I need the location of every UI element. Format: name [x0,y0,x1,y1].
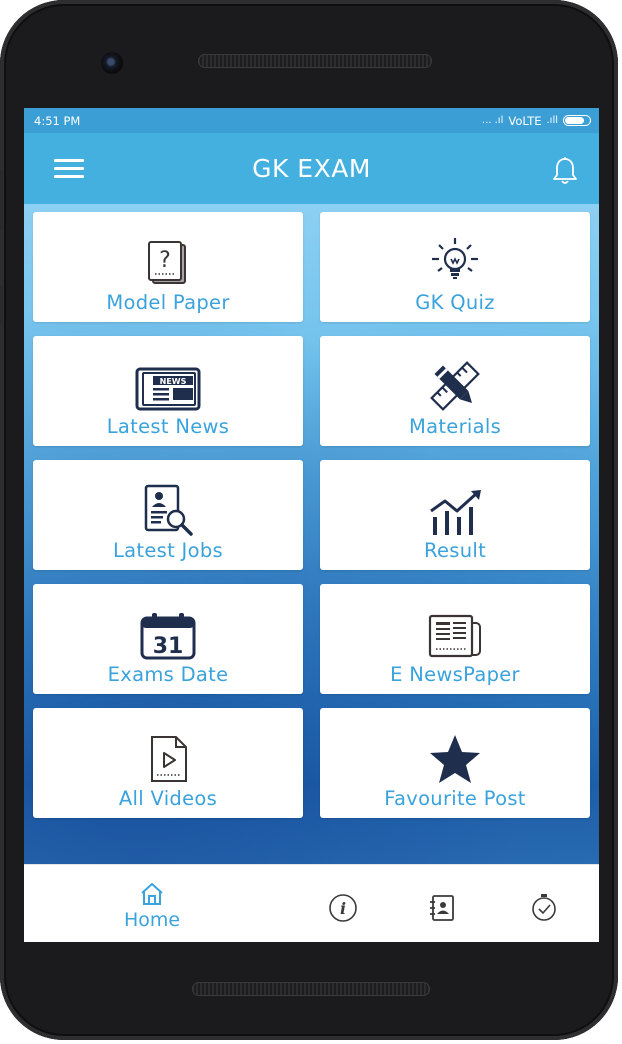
nav-home-label: Home [124,909,181,931]
tile-label: Materials [408,415,502,438]
question-paper-icon: ? [148,241,186,284]
app-title: GK EXAM [252,154,371,183]
signal-bars-icon: .ıll [546,115,558,126]
nav-info[interactable]: i [328,893,358,923]
earpiece-speaker [198,54,432,68]
star-icon [430,735,480,783]
tile-latest-news[interactable]: NEWS Latest News [33,336,303,446]
app-screen: 4:51 PM ... .ıl VoLTE .ıll GK EXAM ? Mod… [24,108,599,942]
tile-result[interactable]: Result [320,460,590,570]
e-newspaper-icon [428,614,481,658]
calendar-day: 31 [153,634,184,659]
tile-latest-jobs[interactable]: Latest Jobs [33,460,303,570]
tile-favourite-post[interactable]: Favourite Post [320,708,590,818]
svg-text:NEWS: NEWS [160,377,187,386]
nav-contacts[interactable] [427,894,457,922]
job-search-icon [144,484,193,536]
contact-book-icon [430,895,454,921]
tile-label: All Videos [118,787,218,810]
status-indicators: ... .ıl VoLTE .ıll [482,114,591,128]
lightbulb-icon [432,238,478,279]
bell-icon[interactable] [549,155,581,187]
tile-label: E NewsPaper [390,663,520,686]
home-icon [141,883,163,905]
tile-label: Model Paper [106,291,230,314]
status-bar: 4:51 PM ... .ıl VoLTE .ıll [24,108,599,133]
tile-all-videos[interactable]: All Videos [33,708,303,818]
calendar-icon: 31 [140,613,196,660]
tile-label: Favourite Post [384,787,526,810]
tile-exams-date[interactable]: 31 Exams Date [33,584,303,694]
network-type: VoLTE [508,113,542,128]
status-time: 4:51 PM [34,113,81,128]
tile-label: Exams Date [107,663,229,686]
tile-e-newspaper[interactable]: E NewsPaper [320,584,590,694]
menu-grid: ? Model Paper GK Quiz NEWS Latest News M… [24,204,599,864]
signal-strength-icon: ... .ıl [481,115,504,126]
pencil-ruler-icon [430,361,480,411]
tile-label: Latest News [106,415,230,438]
tile-gk-quiz[interactable]: GK Quiz [320,212,590,322]
bottom-navigation: Home i [24,864,599,942]
bottom-speaker [192,982,430,996]
svg-text:i: i [340,899,346,918]
svg-text:?: ? [159,248,171,273]
front-camera [101,52,123,74]
chart-growth-icon [430,490,481,535]
app-bar: GK EXAM [24,133,599,204]
nav-home[interactable]: Home [124,881,180,931]
phone-frame: 4:51 PM ... .ıl VoLTE .ıll GK EXAM ? Mod… [0,0,618,1040]
nav-timer[interactable] [530,892,558,922]
video-file-icon [151,736,187,782]
timer-icon [532,894,556,921]
volume-button [0,170,3,230]
hamburger-menu-icon[interactable] [54,159,84,179]
tile-label: Result [423,539,487,562]
tile-label: GK Quiz [415,291,495,314]
tile-label: Latest Jobs [113,539,223,562]
side-button [0,285,3,325]
newspaper-icon: NEWS [135,367,201,411]
battery-icon [563,115,591,126]
tile-materials[interactable]: Materials [320,336,590,446]
info-icon: i [329,894,357,922]
tile-model-paper[interactable]: ? Model Paper [33,212,303,322]
